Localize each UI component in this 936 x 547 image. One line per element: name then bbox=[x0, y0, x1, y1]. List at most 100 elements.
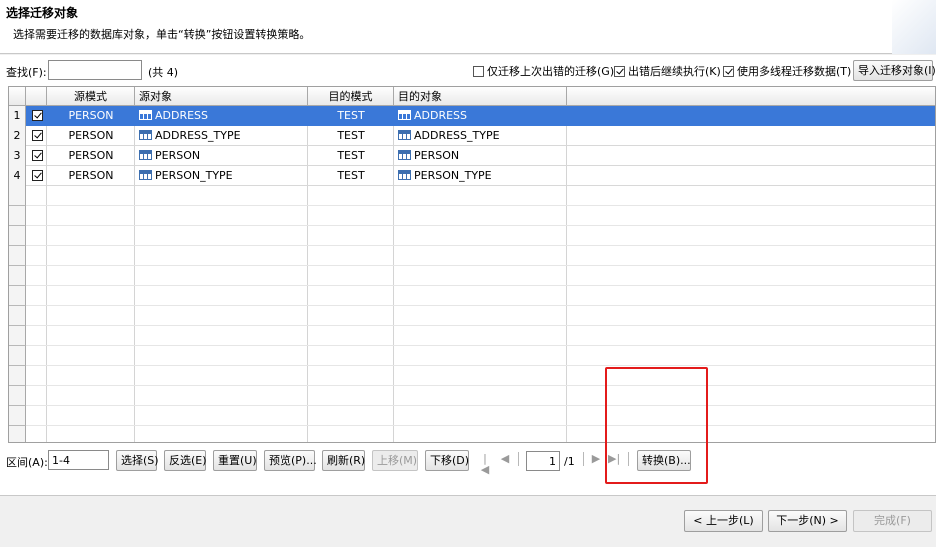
empty-row bbox=[26, 306, 935, 326]
empty-row-header bbox=[9, 406, 26, 426]
cell-source-object: PERSON bbox=[139, 146, 307, 166]
empty-row bbox=[26, 426, 935, 442]
row-checkbox[interactable] bbox=[32, 110, 43, 121]
empty-row bbox=[26, 286, 935, 306]
row-number: 1 bbox=[9, 106, 26, 126]
last-page-icon[interactable]: ▶| bbox=[608, 453, 620, 464]
cell-target-object: PERSON bbox=[398, 146, 566, 166]
cell-target-schema: TEST bbox=[337, 169, 365, 182]
row-checkbox[interactable] bbox=[32, 150, 43, 161]
range-label: 区间(A): bbox=[6, 456, 48, 469]
cell-source-schema: PERSON bbox=[68, 109, 114, 122]
header-check-column[interactable] bbox=[26, 87, 47, 106]
search-toolbar: 查找(F): (共 4) 仅迁移上次出错的迁移(G) 出错后继续执行(K) 使用… bbox=[0, 55, 936, 85]
row-checkbox[interactable] bbox=[32, 130, 43, 141]
refresh-button[interactable]: 刷新(R) bbox=[322, 450, 365, 471]
cell-target-schema: TEST bbox=[337, 109, 365, 122]
page-title: 选择迁移对象 bbox=[6, 6, 79, 20]
empty-row-header bbox=[9, 346, 26, 366]
migration-objects-table: 源模式 源对象 目的模式 目的对象 1 PERSON ADDRESS TEST … bbox=[8, 86, 936, 443]
page-number-input[interactable] bbox=[526, 451, 560, 471]
empty-row-header bbox=[9, 386, 26, 406]
cell-target-schema: TEST bbox=[337, 129, 365, 142]
cell-target-object: ADDRESS_TYPE bbox=[398, 126, 566, 146]
reset-button[interactable]: 重置(U) bbox=[213, 450, 257, 471]
wizard-footer: < 上一步(L) 下一步(N) > 完成(F) bbox=[0, 495, 936, 547]
move-up-button[interactable]: 上移(M) bbox=[372, 450, 418, 471]
continue-on-error-checkbox[interactable]: 出错后继续执行(K) bbox=[614, 63, 721, 79]
cell-target-schema: TEST bbox=[337, 149, 365, 162]
only-failed-label: 仅迁移上次出错的迁移(G) bbox=[487, 65, 615, 78]
empty-row-header bbox=[9, 206, 26, 226]
column-header-source-object[interactable]: 源对象 bbox=[135, 87, 308, 106]
next-step-button[interactable]: 下一步(N) > bbox=[768, 510, 847, 532]
cell-source-schema: PERSON bbox=[68, 149, 114, 162]
previous-page-icon[interactable]: ◀ bbox=[499, 453, 511, 464]
import-objects-button[interactable]: 导入迁移对象(I) bbox=[853, 60, 936, 81]
content-panel: 查找(F): (共 4) 仅迁移上次出错的迁移(G) 出错后继续执行(K) 使用… bbox=[0, 55, 936, 495]
multithread-checkbox[interactable]: 使用多线程迁移数据(T) bbox=[723, 63, 851, 79]
table-row[interactable]: 4 PERSON PERSON_TYPE TEST PERSON_TYPE bbox=[9, 166, 935, 186]
multithread-label: 使用多线程迁移数据(T) bbox=[737, 65, 852, 78]
object-count: (共 4) bbox=[148, 66, 179, 79]
column-header-target-object[interactable]: 目的对象 bbox=[394, 87, 567, 106]
page-subtitle: 选择需要迁移的数据库对象，单击“转换”按钮设置转换策略。 bbox=[13, 28, 311, 41]
convert-button[interactable]: 转换(B)... bbox=[637, 450, 691, 471]
previous-step-button[interactable]: < 上一步(L) bbox=[684, 510, 763, 532]
empty-row bbox=[26, 366, 935, 386]
invert-selection-button[interactable]: 反选(E) bbox=[164, 450, 207, 471]
table-icon bbox=[398, 110, 411, 120]
select-button[interactable]: 选择(S) bbox=[116, 450, 159, 471]
table-icon bbox=[139, 150, 152, 160]
table-icon bbox=[139, 130, 152, 140]
first-page-icon[interactable]: |◀ bbox=[479, 453, 491, 475]
empty-row bbox=[26, 226, 935, 246]
empty-row-header bbox=[9, 306, 26, 326]
page-total: /1 bbox=[564, 455, 575, 468]
move-down-button[interactable]: 下移(D) bbox=[425, 450, 469, 471]
empty-row bbox=[26, 346, 935, 366]
next-page-icon[interactable]: ▶ bbox=[590, 453, 602, 464]
finish-button[interactable]: 完成(F) bbox=[853, 510, 932, 532]
row-checkbox[interactable] bbox=[32, 170, 43, 181]
empty-row-header bbox=[9, 366, 26, 386]
table-row[interactable]: 2 PERSON ADDRESS_TYPE TEST ADDRESS_TYPE bbox=[9, 126, 935, 146]
empty-row-header bbox=[9, 186, 26, 206]
empty-row bbox=[26, 386, 935, 406]
cell-source-object: PERSON_TYPE bbox=[139, 166, 307, 186]
empty-row bbox=[26, 246, 935, 266]
continue-on-error-label: 出错后继续执行(K) bbox=[628, 65, 721, 78]
empty-row bbox=[26, 186, 935, 206]
table-row[interactable]: 3 PERSON PERSON TEST PERSON bbox=[9, 146, 935, 166]
preview-button[interactable]: 预览(P)... bbox=[264, 450, 317, 471]
grid-action-bar: 区间(A): 选择(S) 反选(E) 重置(U) 预览(P)... 刷新(R) … bbox=[0, 447, 936, 475]
empty-row-header bbox=[9, 246, 26, 266]
cell-source-object: ADDRESS_TYPE bbox=[139, 126, 307, 146]
empty-row-header bbox=[9, 326, 26, 346]
empty-row bbox=[26, 406, 935, 426]
wizard-header: 选择迁移对象 选择需要迁移的数据库对象，单击“转换”按钮设置转换策略。 bbox=[0, 0, 936, 54]
column-header-source-schema[interactable]: 源模式 bbox=[47, 87, 135, 106]
cell-target-object: PERSON_TYPE bbox=[398, 166, 566, 186]
row-number: 2 bbox=[9, 126, 26, 146]
column-header-target-schema[interactable]: 目的模式 bbox=[308, 87, 394, 106]
table-icon bbox=[398, 170, 411, 180]
checkbox-unchecked-icon bbox=[473, 66, 484, 77]
cell-source-schema: PERSON bbox=[68, 129, 114, 142]
empty-row-header bbox=[9, 226, 26, 246]
empty-row-header bbox=[9, 426, 26, 442]
only-failed-checkbox[interactable]: 仅迁移上次出错的迁移(G) bbox=[473, 63, 614, 79]
cell-source-object: ADDRESS bbox=[139, 106, 307, 126]
empty-row bbox=[26, 266, 935, 286]
header-decoration bbox=[892, 0, 936, 54]
search-label: 查找(F): bbox=[6, 66, 47, 79]
table-header: 源模式 源对象 目的模式 目的对象 bbox=[9, 87, 935, 106]
empty-row-header bbox=[9, 286, 26, 306]
table-icon bbox=[398, 130, 411, 140]
search-input[interactable] bbox=[48, 60, 142, 80]
checkbox-checked-icon bbox=[614, 66, 625, 77]
table-icon bbox=[398, 150, 411, 160]
row-number: 3 bbox=[9, 146, 26, 166]
table-row[interactable]: 1 PERSON ADDRESS TEST ADDRESS bbox=[9, 106, 935, 126]
range-input[interactable] bbox=[48, 450, 109, 470]
